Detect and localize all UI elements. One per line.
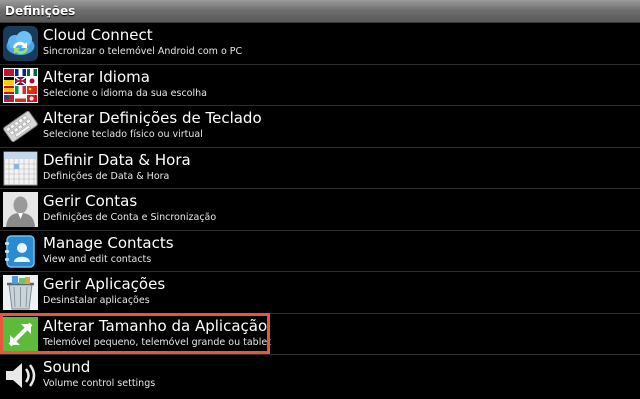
- settings-screen: Definições Cloud Connect Sincronizar o t…: [0, 0, 640, 399]
- item-title: Gerir Contas: [43, 192, 138, 210]
- contacts-icon: [3, 234, 38, 269]
- item-title: Sound: [43, 358, 91, 376]
- item-subtitle: Sincronizar o telemóvel Android com o PC: [43, 46, 243, 57]
- item-title: Alterar Definições de Teclado: [43, 109, 262, 127]
- item-title: Gerir Aplicações: [43, 275, 166, 293]
- page-title: Definições: [0, 0, 640, 23]
- settings-item-sound[interactable]: Sound Volume control settings: [0, 355, 640, 397]
- settings-list: Cloud Connect Sincronizar o telemóvel An…: [0, 23, 640, 397]
- item-subtitle: Definições de Data & Hora: [43, 170, 170, 182]
- item-subtitle: Selecione o idioma da sua escolha: [43, 87, 207, 99]
- item-subtitle: Volume control settings: [43, 378, 156, 389]
- trash-bin-icon: [3, 275, 38, 310]
- item-subtitle: View and edit contacts: [43, 253, 152, 265]
- item-subtitle: Definições de Conta e Sincronização: [43, 212, 217, 223]
- settings-item-manage-apps[interactable]: Gerir Aplicações Desinstalar aplicações: [0, 272, 640, 314]
- item-title: Alterar Tamanho da Aplicação: [43, 316, 268, 335]
- item-title: Alterar Idioma: [43, 67, 150, 86]
- settings-item-change-language[interactable]: Alterar Idioma Selecione o idioma da sua…: [0, 65, 640, 106]
- cloud-sync-icon: [3, 26, 38, 61]
- keyboard-icon: [3, 109, 38, 144]
- item-subtitle: Telemóvel pequeno, telemóvel grande ou t…: [43, 336, 271, 348]
- item-title: Cloud Connect: [43, 26, 153, 44]
- language-flags-icon: [3, 67, 38, 103]
- settings-item-accounts[interactable]: Gerir Contas Definições de Conta e Sincr…: [0, 189, 640, 231]
- settings-item-manage-contacts[interactable]: Manage Contacts View and edit contacts: [0, 231, 640, 272]
- settings-item-keyboard[interactable]: Alterar Definições de Teclado Selecione …: [0, 106, 640, 148]
- item-subtitle: Desinstalar aplicações: [43, 295, 150, 306]
- calendar-icon: [3, 151, 38, 186]
- item-title: Manage Contacts: [43, 233, 174, 252]
- item-subtitle: Selecione teclado físico ou virtual: [43, 129, 203, 140]
- speaker-icon: [3, 358, 38, 393]
- settings-item-cloud-connect[interactable]: Cloud Connect Sincronizar o telemóvel An…: [0, 23, 640, 65]
- resize-arrows-icon: [3, 316, 38, 352]
- settings-item-app-size[interactable]: Alterar Tamanho da Aplicação Telemóvel p…: [0, 312, 640, 355]
- settings-item-date-time[interactable]: Definir Data & Hora Definições de Data &…: [0, 148, 640, 189]
- item-title: Definir Data & Hora: [43, 150, 191, 169]
- account-person-icon: [3, 192, 38, 227]
